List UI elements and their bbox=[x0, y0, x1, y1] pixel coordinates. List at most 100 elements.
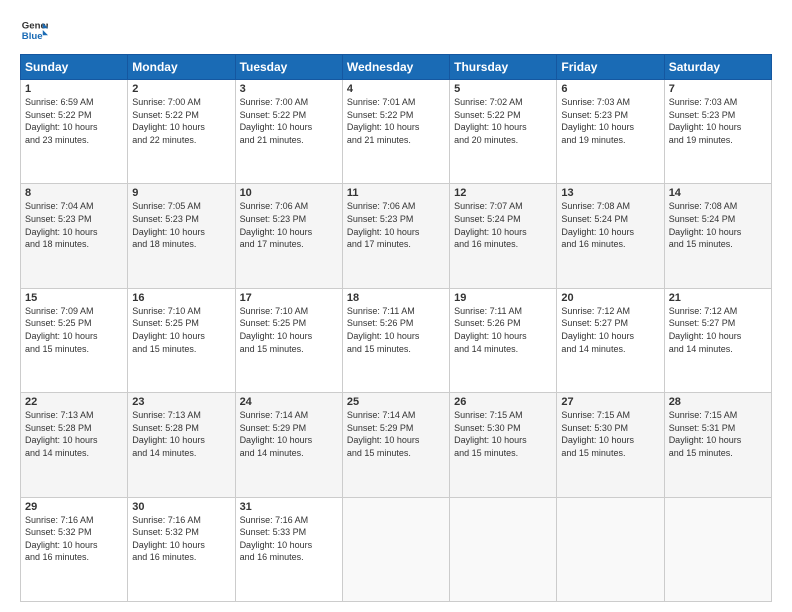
calendar-cell: 16Sunrise: 7:10 AM Sunset: 5:25 PM Dayli… bbox=[128, 288, 235, 392]
day-info: Sunrise: 7:12 AM Sunset: 5:27 PM Dayligh… bbox=[669, 305, 767, 355]
day-number: 27 bbox=[561, 396, 659, 408]
calendar-week-2: 8Sunrise: 7:04 AM Sunset: 5:23 PM Daylig… bbox=[21, 184, 772, 288]
day-number: 5 bbox=[454, 83, 552, 95]
day-number: 26 bbox=[454, 396, 552, 408]
logo: General Blue bbox=[20, 16, 48, 44]
day-info: Sunrise: 7:14 AM Sunset: 5:29 PM Dayligh… bbox=[240, 409, 338, 459]
day-info: Sunrise: 7:05 AM Sunset: 5:23 PM Dayligh… bbox=[132, 200, 230, 250]
day-number: 22 bbox=[25, 396, 123, 408]
day-number: 13 bbox=[561, 187, 659, 199]
day-number: 19 bbox=[454, 292, 552, 304]
calendar-cell: 23Sunrise: 7:13 AM Sunset: 5:28 PM Dayli… bbox=[128, 393, 235, 497]
calendar-cell: 17Sunrise: 7:10 AM Sunset: 5:25 PM Dayli… bbox=[235, 288, 342, 392]
header: General Blue bbox=[20, 16, 772, 44]
day-info: Sunrise: 7:12 AM Sunset: 5:27 PM Dayligh… bbox=[561, 305, 659, 355]
day-info: Sunrise: 7:16 AM Sunset: 5:32 PM Dayligh… bbox=[132, 514, 230, 564]
day-number: 12 bbox=[454, 187, 552, 199]
day-info: Sunrise: 7:13 AM Sunset: 5:28 PM Dayligh… bbox=[25, 409, 123, 459]
day-number: 10 bbox=[240, 187, 338, 199]
calendar-cell: 12Sunrise: 7:07 AM Sunset: 5:24 PM Dayli… bbox=[450, 184, 557, 288]
day-number: 30 bbox=[132, 501, 230, 513]
day-number: 15 bbox=[25, 292, 123, 304]
day-info: Sunrise: 7:09 AM Sunset: 5:25 PM Dayligh… bbox=[25, 305, 123, 355]
calendar-cell: 29Sunrise: 7:16 AM Sunset: 5:32 PM Dayli… bbox=[21, 497, 128, 601]
calendar-cell: 28Sunrise: 7:15 AM Sunset: 5:31 PM Dayli… bbox=[664, 393, 771, 497]
day-info: Sunrise: 7:16 AM Sunset: 5:33 PM Dayligh… bbox=[240, 514, 338, 564]
calendar-cell: 20Sunrise: 7:12 AM Sunset: 5:27 PM Dayli… bbox=[557, 288, 664, 392]
day-number: 31 bbox=[240, 501, 338, 513]
calendar-cell: 26Sunrise: 7:15 AM Sunset: 5:30 PM Dayli… bbox=[450, 393, 557, 497]
day-info: Sunrise: 7:15 AM Sunset: 5:30 PM Dayligh… bbox=[454, 409, 552, 459]
calendar-cell: 31Sunrise: 7:16 AM Sunset: 5:33 PM Dayli… bbox=[235, 497, 342, 601]
day-info: Sunrise: 7:04 AM Sunset: 5:23 PM Dayligh… bbox=[25, 200, 123, 250]
day-number: 11 bbox=[347, 187, 445, 199]
calendar-week-5: 29Sunrise: 7:16 AM Sunset: 5:32 PM Dayli… bbox=[21, 497, 772, 601]
day-number: 25 bbox=[347, 396, 445, 408]
col-header-saturday: Saturday bbox=[664, 55, 771, 80]
calendar-cell: 3Sunrise: 7:00 AM Sunset: 5:22 PM Daylig… bbox=[235, 80, 342, 184]
calendar-cell bbox=[342, 497, 449, 601]
calendar-cell: 9Sunrise: 7:05 AM Sunset: 5:23 PM Daylig… bbox=[128, 184, 235, 288]
col-header-tuesday: Tuesday bbox=[235, 55, 342, 80]
calendar-cell: 7Sunrise: 7:03 AM Sunset: 5:23 PM Daylig… bbox=[664, 80, 771, 184]
calendar-cell: 5Sunrise: 7:02 AM Sunset: 5:22 PM Daylig… bbox=[450, 80, 557, 184]
day-info: Sunrise: 7:01 AM Sunset: 5:22 PM Dayligh… bbox=[347, 96, 445, 146]
day-number: 21 bbox=[669, 292, 767, 304]
calendar-cell bbox=[664, 497, 771, 601]
calendar-cell: 30Sunrise: 7:16 AM Sunset: 5:32 PM Dayli… bbox=[128, 497, 235, 601]
calendar-cell: 18Sunrise: 7:11 AM Sunset: 5:26 PM Dayli… bbox=[342, 288, 449, 392]
day-info: Sunrise: 7:03 AM Sunset: 5:23 PM Dayligh… bbox=[561, 96, 659, 146]
day-info: Sunrise: 7:10 AM Sunset: 5:25 PM Dayligh… bbox=[132, 305, 230, 355]
day-number: 9 bbox=[132, 187, 230, 199]
day-number: 29 bbox=[25, 501, 123, 513]
day-number: 14 bbox=[669, 187, 767, 199]
col-header-monday: Monday bbox=[128, 55, 235, 80]
calendar-table: SundayMondayTuesdayWednesdayThursdayFrid… bbox=[20, 54, 772, 602]
day-info: Sunrise: 7:00 AM Sunset: 5:22 PM Dayligh… bbox=[132, 96, 230, 146]
day-number: 20 bbox=[561, 292, 659, 304]
col-header-friday: Friday bbox=[557, 55, 664, 80]
day-number: 24 bbox=[240, 396, 338, 408]
day-info: Sunrise: 7:00 AM Sunset: 5:22 PM Dayligh… bbox=[240, 96, 338, 146]
calendar-cell: 19Sunrise: 7:11 AM Sunset: 5:26 PM Dayli… bbox=[450, 288, 557, 392]
calendar-week-1: 1Sunrise: 6:59 AM Sunset: 5:22 PM Daylig… bbox=[21, 80, 772, 184]
day-info: Sunrise: 7:10 AM Sunset: 5:25 PM Dayligh… bbox=[240, 305, 338, 355]
day-info: Sunrise: 7:06 AM Sunset: 5:23 PM Dayligh… bbox=[347, 200, 445, 250]
day-number: 3 bbox=[240, 83, 338, 95]
day-number: 2 bbox=[132, 83, 230, 95]
day-number: 28 bbox=[669, 396, 767, 408]
day-info: Sunrise: 7:02 AM Sunset: 5:22 PM Dayligh… bbox=[454, 96, 552, 146]
day-number: 1 bbox=[25, 83, 123, 95]
day-info: Sunrise: 7:07 AM Sunset: 5:24 PM Dayligh… bbox=[454, 200, 552, 250]
calendar-cell: 1Sunrise: 6:59 AM Sunset: 5:22 PM Daylig… bbox=[21, 80, 128, 184]
calendar-cell: 11Sunrise: 7:06 AM Sunset: 5:23 PM Dayli… bbox=[342, 184, 449, 288]
day-info: Sunrise: 7:11 AM Sunset: 5:26 PM Dayligh… bbox=[347, 305, 445, 355]
day-info: Sunrise: 6:59 AM Sunset: 5:22 PM Dayligh… bbox=[25, 96, 123, 146]
day-info: Sunrise: 7:06 AM Sunset: 5:23 PM Dayligh… bbox=[240, 200, 338, 250]
svg-text:Blue: Blue bbox=[22, 31, 43, 42]
day-number: 8 bbox=[25, 187, 123, 199]
day-info: Sunrise: 7:15 AM Sunset: 5:30 PM Dayligh… bbox=[561, 409, 659, 459]
day-info: Sunrise: 7:08 AM Sunset: 5:24 PM Dayligh… bbox=[561, 200, 659, 250]
calendar-cell: 4Sunrise: 7:01 AM Sunset: 5:22 PM Daylig… bbox=[342, 80, 449, 184]
day-number: 17 bbox=[240, 292, 338, 304]
calendar-cell: 2Sunrise: 7:00 AM Sunset: 5:22 PM Daylig… bbox=[128, 80, 235, 184]
day-info: Sunrise: 7:16 AM Sunset: 5:32 PM Dayligh… bbox=[25, 514, 123, 564]
calendar-cell: 14Sunrise: 7:08 AM Sunset: 5:24 PM Dayli… bbox=[664, 184, 771, 288]
calendar-cell: 25Sunrise: 7:14 AM Sunset: 5:29 PM Dayli… bbox=[342, 393, 449, 497]
day-number: 23 bbox=[132, 396, 230, 408]
day-info: Sunrise: 7:03 AM Sunset: 5:23 PM Dayligh… bbox=[669, 96, 767, 146]
day-number: 18 bbox=[347, 292, 445, 304]
day-number: 16 bbox=[132, 292, 230, 304]
day-info: Sunrise: 7:11 AM Sunset: 5:26 PM Dayligh… bbox=[454, 305, 552, 355]
day-number: 7 bbox=[669, 83, 767, 95]
day-info: Sunrise: 7:14 AM Sunset: 5:29 PM Dayligh… bbox=[347, 409, 445, 459]
calendar-cell: 13Sunrise: 7:08 AM Sunset: 5:24 PM Dayli… bbox=[557, 184, 664, 288]
calendar-cell: 22Sunrise: 7:13 AM Sunset: 5:28 PM Dayli… bbox=[21, 393, 128, 497]
calendar-cell bbox=[557, 497, 664, 601]
calendar-cell: 24Sunrise: 7:14 AM Sunset: 5:29 PM Dayli… bbox=[235, 393, 342, 497]
col-header-sunday: Sunday bbox=[21, 55, 128, 80]
calendar-cell: 15Sunrise: 7:09 AM Sunset: 5:25 PM Dayli… bbox=[21, 288, 128, 392]
page: General Blue SundayMondayTuesdayWednesda… bbox=[0, 0, 792, 612]
calendar-week-3: 15Sunrise: 7:09 AM Sunset: 5:25 PM Dayli… bbox=[21, 288, 772, 392]
